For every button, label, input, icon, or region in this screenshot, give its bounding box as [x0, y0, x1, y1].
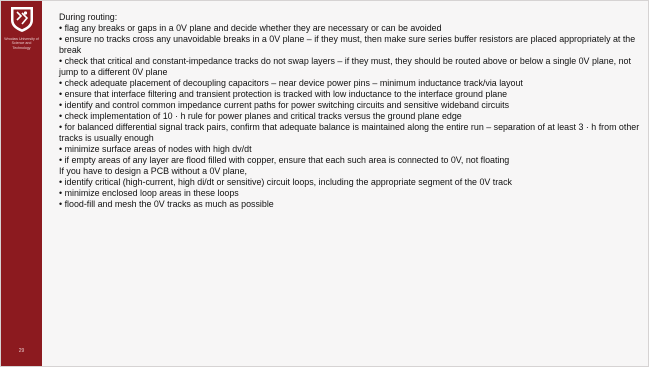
slide-content: During routing: • flag any breaks or gap… — [59, 12, 641, 210]
slide: Wrocław University of Science and Techno… — [0, 0, 649, 367]
content-line: • flag any breaks or gaps in a 0V plane … — [59, 23, 442, 33]
content-line: • check adequate placement of decoupling… — [59, 78, 523, 88]
university-crest-icon — [10, 7, 33, 32]
content-heading: During routing: — [59, 12, 118, 22]
university-name: Wrocław University of Science and Techno… — [4, 37, 39, 50]
content-line: • minimize surface areas of nodes with h… — [59, 144, 252, 154]
content-line: • check that critical and constant-imped… — [59, 56, 631, 77]
content-line: • for balanced differential signal track… — [59, 122, 640, 143]
content-line: • identify and control common impedance … — [59, 100, 510, 110]
content-line: • identify critical (high-current, high … — [59, 177, 512, 187]
content-line: • ensure that interface filtering and tr… — [59, 89, 508, 99]
page-number: 29 — [18, 348, 25, 354]
content-line: • if empty areas of any layer are flood … — [59, 155, 510, 165]
content-line: If you have to design a PCB without a 0V… — [59, 166, 247, 176]
content-line: • check implementation of 10 · h rule fo… — [59, 111, 462, 121]
content-line: • ensure no tracks cross any unavoidable… — [59, 34, 636, 55]
sidebar: Wrocław University of Science and Techno… — [1, 1, 42, 366]
content-line: • minimize enclosed loop areas in these … — [59, 188, 239, 198]
content-line: • flood-fill and mesh the 0V tracks as m… — [59, 199, 274, 209]
